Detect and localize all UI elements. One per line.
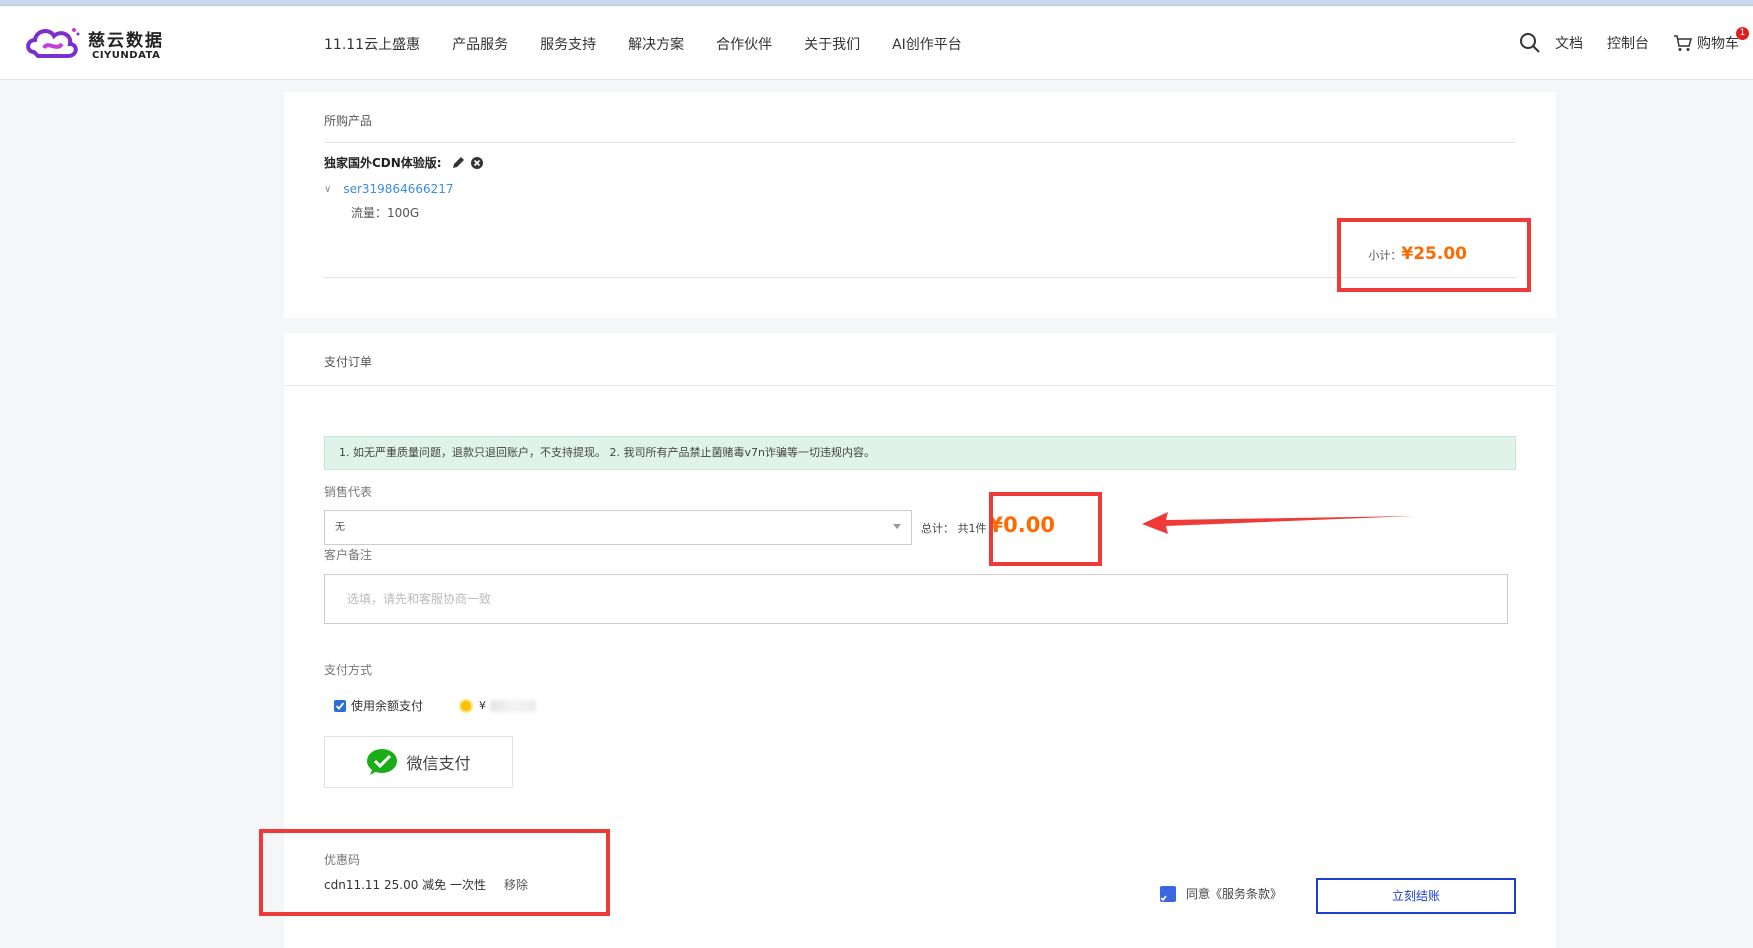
- balance-pay-option[interactable]: 使用余额支付 ¥: [334, 697, 537, 714]
- divider: [284, 385, 1556, 386]
- divider: [324, 142, 1516, 143]
- site-header: 慈云数据 CIYUNDATA 11.11云上盛惠 产品服务 服务支持 解决方案 …: [0, 6, 1753, 80]
- nav-item-ai-platform[interactable]: AI创作平台: [892, 34, 962, 54]
- remove-product-icon[interactable]: [470, 156, 483, 169]
- product-id-link[interactable]: ser319864666217: [343, 182, 453, 196]
- remark-label: 客户备注: [324, 548, 373, 562]
- notice-banner: 1. 如无严重质量问题，退款只退回账户，不支持提现。 2. 我司所有产品禁止菌赌…: [324, 436, 1516, 470]
- terms-agreement[interactable]: 同意《服务条款》: [1160, 885, 1282, 902]
- product-instance-row: ∨ ser319864666217: [324, 182, 454, 196]
- cart-link[interactable]: 购物车 1: [1673, 27, 1749, 53]
- logo-text-en: CIYUNDATA: [92, 50, 161, 61]
- dropdown-caret-icon: [893, 524, 901, 529]
- cloud-logo-icon: [26, 28, 80, 58]
- product-name: 独家国外CDN体验版:: [324, 156, 442, 170]
- annotation-box-coupon: [259, 829, 610, 916]
- balance-redacted: [490, 699, 537, 712]
- console-link[interactable]: 控制台: [1607, 33, 1649, 53]
- nav-item-promo[interactable]: 11.11云上盛惠: [324, 34, 420, 54]
- header-right-nav: 文档 控制台 购物车 1: [1519, 27, 1749, 54]
- terms-checkbox[interactable]: [1160, 885, 1176, 902]
- remark-input[interactable]: 选填，请先和客服协商一致: [324, 574, 1508, 624]
- terms-label: 同意《服务条款》: [1186, 887, 1283, 901]
- checkout-button[interactable]: 立刻结账: [1316, 878, 1516, 914]
- balance-amount: ¥: [479, 699, 487, 712]
- edit-icon[interactable]: [452, 156, 465, 169]
- wechat-icon: [367, 749, 398, 775]
- products-section-title: 所购产品: [324, 114, 373, 128]
- chevron-down-icon[interactable]: ∨: [324, 184, 331, 195]
- search-icon[interactable]: [1519, 32, 1541, 54]
- docs-link[interactable]: 文档: [1555, 33, 1583, 53]
- nav-item-products[interactable]: 产品服务: [452, 34, 508, 54]
- balance-checkbox[interactable]: [334, 699, 346, 712]
- annotation-box-subtotal: [1337, 218, 1531, 292]
- balance-label: 使用余额支付: [351, 699, 424, 713]
- nav-item-support[interactable]: 服务支持: [540, 34, 596, 54]
- cart-icon: [1674, 35, 1692, 51]
- annotation-box-total: [989, 492, 1102, 566]
- payment-method-label: 支付方式: [324, 663, 373, 677]
- nav-item-about[interactable]: 关于我们: [804, 34, 860, 54]
- wechat-pay-button[interactable]: 微信支付: [324, 736, 513, 788]
- order-section-title: 支付订单: [324, 355, 373, 369]
- wechat-pay-label: 微信支付: [406, 754, 471, 773]
- sales-rep-label: 销售代表: [324, 485, 373, 499]
- total-label: 总计： 共1件: [921, 522, 987, 535]
- sales-rep-select[interactable]: 无: [324, 510, 912, 545]
- coin-icon: [459, 698, 474, 713]
- logo-text-cn: 慈云数据: [88, 31, 164, 51]
- cart-count-badge: 1: [1736, 27, 1749, 40]
- nav-item-solutions[interactable]: 解决方案: [628, 34, 684, 54]
- annotation-arrow: [1142, 512, 1414, 534]
- cart-label: 购物车: [1697, 36, 1739, 52]
- product-spec: 流量：100G: [351, 206, 420, 220]
- sales-rep-value: 无: [335, 522, 345, 533]
- nav-item-partners[interactable]: 合作伙伴: [716, 34, 772, 54]
- product-name-row: 独家国外CDN体验版:: [324, 154, 483, 171]
- logo[interactable]: 慈云数据 CIYUNDATA: [24, 20, 174, 66]
- main-nav: 11.11云上盛惠 产品服务 服务支持 解决方案 合作伙伴 关于我们 AI创作平…: [324, 34, 994, 54]
